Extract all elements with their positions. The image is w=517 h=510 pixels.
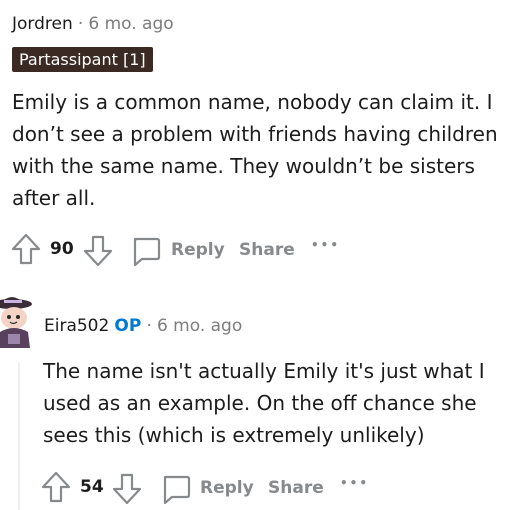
downvote-arrow-icon: [83, 235, 113, 267]
upvote-button[interactable]: [10, 232, 42, 266]
comment-meta: Eira502 OP · 6 mo. ago: [44, 316, 242, 336]
share-button[interactable]: Share: [268, 478, 324, 498]
user-flair: Partassipant [1]: [12, 47, 153, 72]
comment-body-line: used as an example. On the off chance sh…: [43, 391, 477, 415]
vote-count: 54: [80, 477, 104, 497]
downvote-arrow-icon: [112, 473, 142, 505]
reply-label[interactable]: Reply: [171, 240, 225, 260]
timestamp-link[interactable]: 6 mo. ago: [88, 14, 173, 34]
downvote-button[interactable]: [82, 234, 114, 268]
op-badge: OP: [114, 316, 142, 336]
username-link[interactable]: Jordren: [12, 14, 73, 34]
downvote-button[interactable]: [111, 472, 143, 506]
reply-button[interactable]: [160, 474, 192, 506]
more-options-button[interactable]: •••: [311, 238, 340, 252]
timestamp-link[interactable]: 6 mo. ago: [157, 316, 242, 336]
comment-meta: Jordren · 6 mo. ago: [12, 14, 174, 34]
comment-body-line: after all.: [12, 186, 96, 210]
comment-body: The name isn't actually Emily it's just …: [43, 355, 513, 451]
comment-body-line: don’t see a problem with friends having …: [12, 122, 498, 146]
reply-button[interactable]: [130, 236, 162, 268]
avatar[interactable]: [0, 292, 34, 352]
thread-line[interactable]: [18, 362, 20, 510]
comment-body-line: Emily is a common name, nobody can claim…: [12, 90, 493, 114]
comment-body-line: The name isn't actually Emily it's just …: [43, 359, 485, 383]
comment-body-line: with the same name. They wouldn’t be sis…: [12, 154, 475, 178]
vote-count: 90: [50, 239, 74, 259]
share-button[interactable]: Share: [239, 240, 295, 260]
more-options-button[interactable]: •••: [340, 476, 369, 490]
meta-separator: ·: [77, 14, 84, 34]
comment-body-line: sees this (which is extremely unlikely): [43, 423, 425, 447]
speech-bubble-icon: [163, 475, 191, 505]
username-link[interactable]: Eira502: [44, 316, 109, 336]
speech-bubble-icon: [133, 237, 161, 267]
upvote-button[interactable]: [40, 470, 72, 504]
meta-separator: ·: [146, 316, 152, 336]
comment-body: Emily is a common name, nobody can claim…: [12, 86, 512, 214]
upvote-arrow-icon: [41, 471, 71, 503]
snoo-avatar: [0, 297, 32, 348]
reply-label[interactable]: Reply: [200, 478, 254, 498]
upvote-arrow-icon: [11, 233, 41, 265]
